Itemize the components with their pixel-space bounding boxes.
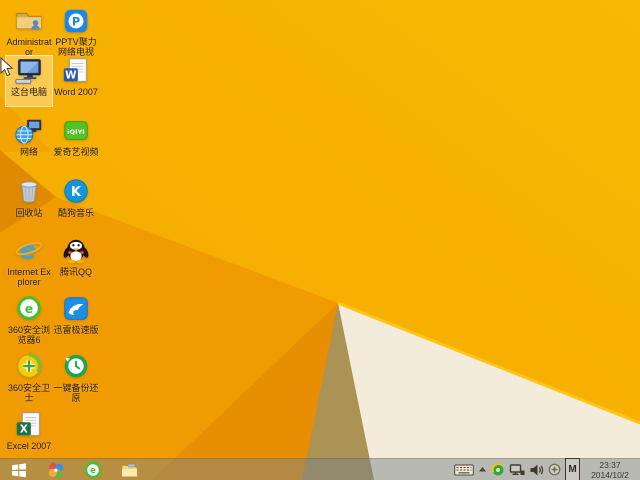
desktop-icon-qq[interactable]: 腾讯QQ — [53, 236, 99, 286]
360-browser-taskbar-icon: e — [84, 461, 101, 478]
desktop-icon-label: Administrator — [6, 37, 52, 57]
taskbar-button-360-browser[interactable]: e — [74, 459, 111, 480]
taskbar-button-360-software-manager[interactable] — [37, 459, 74, 480]
recycle-bin-icon — [14, 177, 44, 207]
desktop-icon-recycle-bin[interactable]: 回收站 — [6, 177, 52, 227]
tray-icon-volume[interactable] — [529, 459, 544, 480]
show-hidden-icons-button[interactable] — [478, 459, 487, 480]
tencent-qq-icon — [61, 236, 91, 266]
desktop-icon-label: 腾讯QQ — [59, 267, 92, 277]
desktop-icon-pptv[interactable]: P PPTV聚力 网络电视 — [53, 6, 99, 57]
desktop-icon-label: 一键备份还原 — [53, 383, 99, 403]
thunder-icon — [61, 294, 91, 324]
desktop-icon-360-browser[interactable]: e 360安全浏览器6 — [6, 294, 52, 345]
desktop-icon-label: Excel 2007 — [6, 441, 52, 451]
svg-text:P: P — [72, 16, 80, 29]
tray-icon-360[interactable] — [491, 459, 505, 480]
clock-time: 23:37 — [599, 459, 621, 470]
network-icon — [14, 116, 44, 146]
windows-logo-icon — [11, 462, 26, 477]
circle-plus-icon — [548, 463, 561, 476]
keyboard-icon — [454, 464, 474, 475]
360-safeguard-icon — [14, 352, 44, 382]
desktop-icon-excel[interactable]: X Excel 2007 — [6, 410, 52, 460]
wired-network-icon — [509, 463, 525, 475]
taskbar-clock[interactable]: 23:37 2014/10/2 — [584, 460, 636, 480]
desktop-icon-kugou[interactable]: K 酷狗音乐 — [53, 177, 99, 227]
start-button[interactable] — [0, 459, 37, 480]
360-browser-icon: e — [14, 294, 44, 324]
mouse-cursor — [0, 57, 14, 77]
this-pc-icon — [14, 56, 44, 86]
taskbar-button-file-explorer[interactable] — [111, 459, 148, 480]
desktop-icon-label: 酷狗音乐 — [57, 208, 94, 218]
desktop-icon-360-safeguard[interactable]: 360安全卫士 — [6, 352, 52, 403]
desktop-icon-internet-explorer[interactable]: e Internet Explorer — [6, 236, 52, 287]
file-explorer-icon — [121, 463, 138, 477]
excel-icon: X — [14, 410, 44, 440]
tray-icon-network[interactable] — [509, 459, 525, 480]
desktop-icon-label: PPTV聚力 网络电视 — [55, 37, 97, 57]
desktop-icon-backup-restore[interactable]: 一键备份还原 — [53, 352, 99, 403]
svg-text:X: X — [20, 424, 28, 436]
system-tray: M 23:37 2014/10/2 — [454, 457, 640, 480]
svg-text:W: W — [65, 70, 77, 82]
360-tray-icon — [491, 462, 504, 475]
touch-keyboard-button[interactable] — [454, 459, 474, 480]
desktop-icon-label: 这台电脑 — [10, 87, 47, 97]
backup-restore-icon — [61, 352, 91, 382]
desktop-icon-network[interactable]: 网络 — [6, 116, 52, 166]
ime-indicator[interactable]: M — [565, 457, 580, 480]
user-folder-icon — [14, 6, 44, 36]
desktop-icon-administrator[interactable]: Administrator — [6, 6, 52, 57]
360-software-manager-icon — [48, 462, 63, 478]
desktop[interactable]: Administrator 这台电脑 网络 回收站 e Internet Exp… — [0, 0, 640, 480]
desktop-icon-label: 回收站 — [15, 208, 43, 218]
taskbar: e M 23:37 2014/10/2 — [0, 457, 640, 480]
word-icon: W — [61, 56, 91, 86]
svg-text:iQIYI: iQIYI — [67, 128, 84, 136]
desktop-icon-label: 360安全卫士 — [7, 383, 51, 403]
pptv-icon: P — [61, 6, 91, 36]
svg-text:e: e — [20, 236, 37, 265]
svg-text:e: e — [90, 466, 96, 476]
clock-date: 2014/10/2 — [591, 469, 629, 480]
tray-icon-remove-hardware[interactable] — [548, 459, 561, 480]
desktop-icon-label: Word 2007 — [54, 87, 98, 97]
svg-text:e: e — [25, 302, 33, 316]
desktop-icon-thunder[interactable]: 迅雷极速版 — [53, 294, 99, 344]
desktop-icon-label: 网络 — [19, 147, 38, 157]
svg-text:K: K — [71, 185, 82, 200]
desktop-icon-label: 360安全浏览器6 — [7, 325, 51, 345]
internet-explorer-icon: e — [14, 236, 44, 266]
desktop-icon-label: Internet Explorer — [7, 267, 51, 287]
kugou-music-icon: K — [61, 177, 91, 207]
desktop-icon-iqiyi[interactable]: iQIYI 爱奇艺视频 — [53, 116, 99, 166]
desktop-icon-label: 迅雷极速版 — [53, 325, 99, 335]
chevron-up-icon — [479, 467, 486, 472]
iqiyi-icon: iQIYI — [61, 116, 91, 146]
desktop-icon-label: 爱奇艺视频 — [53, 147, 99, 157]
desktop-icon-word[interactable]: W Word 2007 — [53, 56, 99, 106]
speaker-icon — [530, 464, 544, 475]
